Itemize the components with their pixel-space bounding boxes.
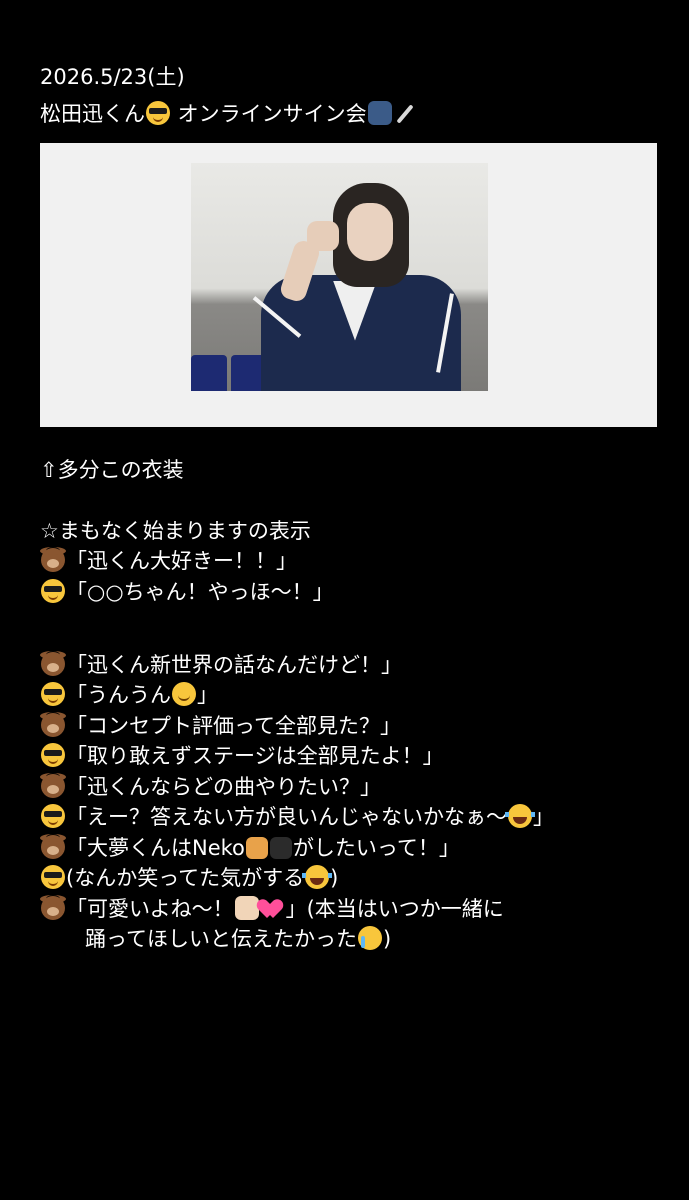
dialogue-line: 「○○ちゃん！やっほ〜！」 (40, 577, 660, 608)
dialogue-text: 」(本当はいつか一緒に (285, 896, 504, 921)
sunglasses-face-icon (41, 682, 65, 706)
dialogue-line-continued: 踊ってほしいと伝えたかった) (40, 924, 660, 955)
dialogue-text: ) (330, 866, 339, 890)
sunglasses-face-icon (146, 100, 170, 125)
crying-face-icon (357, 926, 382, 950)
title-suffix: オンラインサイン会 (171, 101, 367, 126)
peace-sign-hand (307, 220, 339, 251)
fountain-pen-icon (394, 103, 416, 125)
tears-of-joy-icon (302, 865, 333, 889)
bear-face-icon (40, 711, 66, 737)
dialogue-line: 「迅くん新世界の話なんだけど！」 (40, 650, 660, 681)
sunglasses-face-icon (41, 804, 65, 828)
dialogue-text: 踊ってほしいと伝えたかった (85, 927, 357, 951)
dialogue-line: 「可愛いよね〜！ 」(本当はいつか一緒に (40, 894, 660, 925)
bear-face-icon (40, 894, 66, 920)
dialogue-line: 「迅くんならどの曲やりたい？」 (40, 772, 660, 803)
dialogue-text: 「えー？答えない方が良いんじゃないかなぁ〜 (66, 805, 507, 829)
dialogue-line: 「大夢くんはNeko がしたいって！」 (40, 833, 660, 864)
bear-face-icon (40, 547, 66, 572)
dialogue-text: 「迅くんならどの曲やりたい？」 (66, 774, 381, 799)
title-prefix: 松田迅くん (40, 101, 145, 126)
dialogue-text: 」 (197, 683, 218, 707)
dialogue-text: 「迅くん新世界の話なんだけど！」 (66, 652, 402, 677)
dialogue-text: 「うんうん (66, 683, 171, 707)
dialogue-line: 「取り敢えずステージは全部見たよ！」 (40, 741, 660, 772)
dialogue-line: 「えー？答えない方が良いんじゃないかなぁ〜 」 (40, 802, 660, 833)
outfit-photo-frame (40, 142, 657, 427)
caption-line: ⇧多分この衣装 (40, 457, 184, 482)
hamster-icon (234, 895, 259, 920)
face (347, 202, 393, 261)
two-hearts-icon (261, 898, 285, 920)
date-line: 2026.5/23(土) (40, 65, 185, 89)
dialogue-text: 「○○ちゃん！やっほ〜！」 (66, 579, 334, 604)
dialogue-text: 「取り敢えずステージは全部見たよ！」 (66, 744, 444, 768)
dialogue-text: 「コンセプト評価って全部見た？」 (66, 713, 401, 738)
bear-face-icon (40, 650, 66, 676)
black-cat-icon (269, 836, 292, 859)
dialogue-text: 「可愛いよね〜！ (66, 896, 234, 921)
outfit-photo (191, 162, 488, 391)
dialogue-text: 」 (533, 805, 554, 829)
dialogue-line: 「うんうん 」 (40, 680, 660, 711)
status-line: ☆まもなく始まりますの表示 (40, 518, 311, 543)
sunglasses-face-icon (41, 865, 65, 889)
dialogue-line: 「コンセプト評価って全部見た？」 (40, 711, 660, 742)
bear-face-icon (40, 772, 66, 798)
sunglasses-face-icon (41, 743, 65, 767)
chair (191, 354, 227, 391)
dialogue-line: (なんか笑ってた気がする) (40, 863, 660, 894)
slightly-smiling-face-icon (172, 682, 196, 706)
tears-of-joy-icon (505, 804, 535, 828)
bear-face-icon (40, 833, 66, 859)
dialogue-text: ) (382, 927, 392, 951)
sunglasses-face-icon (41, 578, 65, 603)
dialogue-text: 「迅くん大好きー！！」 (66, 549, 297, 573)
speaking-head-icon (367, 100, 392, 125)
dialogue-text: 「大夢くんはNeko (66, 835, 245, 860)
dialogue-text: (なんか笑ってた気がする (66, 866, 305, 890)
cat-icon (245, 836, 268, 859)
memo-note: 2026.5/23(土) 松田迅くん オンラインサイン会 ⇧多分この衣装 ☆まも… (40, 62, 660, 955)
dialogue-text: がしたいって！」 (292, 835, 460, 860)
title-line: 松田迅くん オンラインサイン会 (40, 93, 660, 135)
dialogue-line: 「迅くん大好きー！！」 (40, 546, 660, 577)
